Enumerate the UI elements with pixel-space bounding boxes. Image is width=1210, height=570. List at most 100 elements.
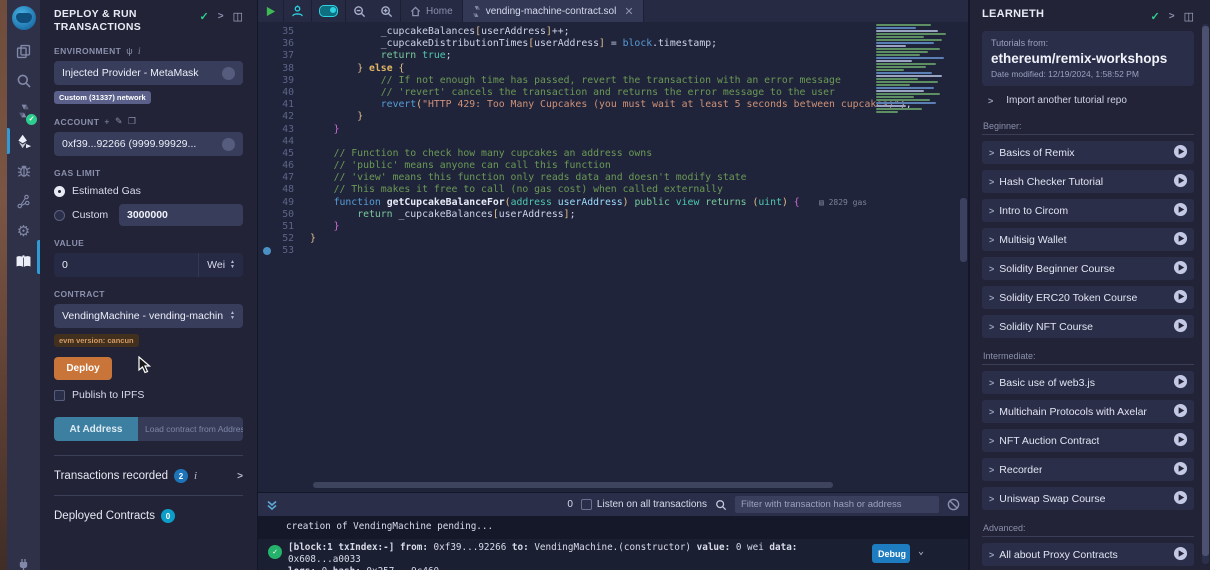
environment-info-icon[interactable]: i xyxy=(138,46,141,56)
tutorial-item[interactable]: >Basic use of web3.js xyxy=(982,371,1194,394)
play-tutorial-icon[interactable] xyxy=(1173,490,1188,508)
custom-gas-input[interactable]: 3000000 xyxy=(119,204,243,226)
code-line[interactable]: 35 _cupcakeBalances[userAddress]++; xyxy=(258,26,912,38)
at-address-button[interactable]: At Address xyxy=(54,417,138,441)
code-line[interactable]: 46 // 'public' means anyone can call thi… xyxy=(258,160,912,172)
code-line[interactable]: 44 xyxy=(258,136,912,148)
tutorial-item[interactable]: >Basics of Remix xyxy=(982,141,1194,164)
code-line[interactable]: 45 // Function to check how many cupcake… xyxy=(258,148,912,160)
plug-icon[interactable]: ψ xyxy=(126,46,133,56)
deploy-button[interactable]: Deploy xyxy=(54,357,112,380)
zoom-out-button[interactable] xyxy=(346,0,373,22)
remix-ai-icon[interactable] xyxy=(284,0,312,22)
code-line[interactable]: 52} xyxy=(258,233,912,245)
listen-all-transactions[interactable]: Listen on all transactions xyxy=(581,499,707,510)
tutorial-item[interactable]: >NFT Auction Contract xyxy=(982,429,1194,452)
code-line[interactable]: 50 return _cupcakeBalances[userAddress]; xyxy=(258,209,912,221)
code-line[interactable]: 48 // This makes it free to call (no gas… xyxy=(258,184,912,196)
search-icon[interactable] xyxy=(7,66,40,96)
code-line[interactable]: 41 revert("HTTP 429: Too Many Cupcakes (… xyxy=(258,99,912,111)
value-unit-select[interactable]: Wei ▲▼ xyxy=(198,253,243,277)
minimap[interactable] xyxy=(876,24,956,120)
custom-gas-radio[interactable] xyxy=(54,210,65,221)
transactions-expand-icon[interactable]: > xyxy=(237,471,243,482)
tutorial-expand-icon[interactable]: > xyxy=(989,465,994,475)
play-tutorial-icon[interactable] xyxy=(1173,374,1188,392)
breakpoint-dot[interactable] xyxy=(263,247,271,255)
remix-logo-icon[interactable] xyxy=(7,0,40,36)
debug-button[interactable]: Debug xyxy=(872,544,910,563)
tutorial-expand-icon[interactable]: > xyxy=(989,550,994,560)
environment-select[interactable]: Injected Provider - MetaMask xyxy=(54,61,243,85)
learneth-scrollbar-thumb[interactable] xyxy=(1202,26,1209,556)
tutorial-item[interactable]: >Solidity Beginner Course xyxy=(982,257,1194,280)
code-line[interactable]: 49 function getCupcakeBalanceFor(address… xyxy=(258,197,912,209)
contract-select[interactable]: VendingMachine - vending-machin ▲▼ xyxy=(54,304,243,328)
terminal-search-icon[interactable] xyxy=(715,499,727,511)
unit-stepper-icon[interactable]: ▲▼ xyxy=(230,260,235,270)
play-tutorial-icon[interactable] xyxy=(1173,173,1188,191)
plugin-manager-icon[interactable] xyxy=(7,548,40,570)
tutorial-item[interactable]: >Solidity NFT Course xyxy=(982,315,1194,338)
tutorial-expand-icon[interactable]: > xyxy=(989,436,994,446)
estimated-gas-option[interactable]: Estimated Gas xyxy=(54,185,243,197)
deploy-and-run-icon[interactable] xyxy=(7,126,40,156)
play-tutorial-icon[interactable] xyxy=(1173,289,1188,307)
code-line[interactable]: 47 // 'view' means this function only re… xyxy=(258,172,912,184)
editor-horizontal-scrollbar[interactable] xyxy=(313,482,833,488)
tab-close-icon[interactable]: ✕ xyxy=(624,5,633,18)
tutorial-item[interactable]: >Multichain Protocols with Axelar xyxy=(982,400,1194,423)
publish-ipfs-option[interactable]: Publish to IPFS xyxy=(54,389,243,401)
play-tutorial-icon[interactable] xyxy=(1173,546,1188,564)
play-tutorial-icon[interactable] xyxy=(1173,260,1188,278)
account-select[interactable]: 0xf39...92266 (9999.99929... xyxy=(54,132,243,156)
terminal-filter-input[interactable] xyxy=(735,496,939,513)
edit-account-icon[interactable]: ✎ xyxy=(115,116,123,127)
tutorial-item[interactable]: >All about Proxy Contracts xyxy=(982,543,1194,566)
terminal-output[interactable]: creation of VendingMachine pending... ✓ … xyxy=(258,516,968,570)
tutorial-expand-icon[interactable]: > xyxy=(989,235,994,245)
terminal-expand-icon[interactable] xyxy=(266,499,278,511)
listen-checkbox[interactable] xyxy=(581,499,592,510)
code-line[interactable]: 53 xyxy=(258,245,912,257)
tutorial-expand-icon[interactable]: > xyxy=(989,206,994,216)
tutorial-item[interactable]: >Multisig Wallet xyxy=(982,228,1194,251)
transactions-info-icon[interactable]: i xyxy=(194,470,197,482)
transaction-log-row[interactable]: ✓ [block:1 txIndex:-] from: 0xf39...9226… xyxy=(258,539,968,570)
learneth-collapse-icon[interactable]: > xyxy=(1169,11,1175,22)
play-tutorial-icon[interactable] xyxy=(1173,403,1188,421)
play-tutorial-icon[interactable] xyxy=(1173,202,1188,220)
custom-gas-option[interactable]: Custom 3000000 xyxy=(54,204,243,226)
code-line[interactable]: 40 // 'revert' cancels the transaction a… xyxy=(258,87,912,99)
ai-toggle[interactable] xyxy=(312,0,346,22)
tutorial-expand-icon[interactable]: > xyxy=(989,407,994,417)
code-line[interactable]: 51 } xyxy=(258,221,912,233)
tutorial-expand-icon[interactable]: > xyxy=(989,378,994,388)
tutorial-item[interactable]: >Uniswap Swap Course xyxy=(982,487,1194,510)
tutorial-expand-icon[interactable]: > xyxy=(989,148,994,158)
code-editor[interactable]: 35 _cupcakeBalances[userAddress]++;36 _c… xyxy=(258,22,968,492)
play-tutorial-icon[interactable] xyxy=(1173,318,1188,336)
publish-ipfs-checkbox[interactable] xyxy=(54,390,65,401)
copy-account-icon[interactable]: ❐ xyxy=(128,116,136,127)
tutorial-item[interactable]: >Recorder xyxy=(982,458,1194,481)
code-line[interactable]: 36 _cupcakeDistributionTimes[userAddress… xyxy=(258,38,912,50)
solidity-analyzer-icon[interactable] xyxy=(7,186,40,216)
tutorial-expand-icon[interactable]: > xyxy=(989,494,994,504)
add-account-icon[interactable]: + xyxy=(104,117,110,127)
import-tutorial-repo[interactable]: > Import another tutorial repo xyxy=(982,86,1194,114)
learneth-layout-icon[interactable]: ◫ xyxy=(1184,10,1194,23)
run-script-button[interactable] xyxy=(258,0,284,22)
tutorial-expand-icon[interactable]: > xyxy=(989,264,994,274)
file-explorer-icon[interactable] xyxy=(7,36,40,66)
tutorial-item[interactable]: >Intro to Circom xyxy=(982,199,1194,222)
code-line[interactable]: 38 } else { xyxy=(258,63,912,75)
settings-icon[interactable]: ⚙ xyxy=(7,216,40,246)
tx-expand-icon[interactable]: ⌄ xyxy=(918,546,924,557)
debugger-icon[interactable] xyxy=(7,156,40,186)
tab-vending-machine-contract[interactable]: vending-machine-contract.sol ✕ xyxy=(463,0,644,22)
code-line[interactable]: 42 } xyxy=(258,111,912,123)
tutorial-item[interactable]: >Hash Checker Tutorial xyxy=(982,170,1194,193)
value-input[interactable]: 0 xyxy=(54,253,198,277)
zoom-in-button[interactable] xyxy=(373,0,401,22)
